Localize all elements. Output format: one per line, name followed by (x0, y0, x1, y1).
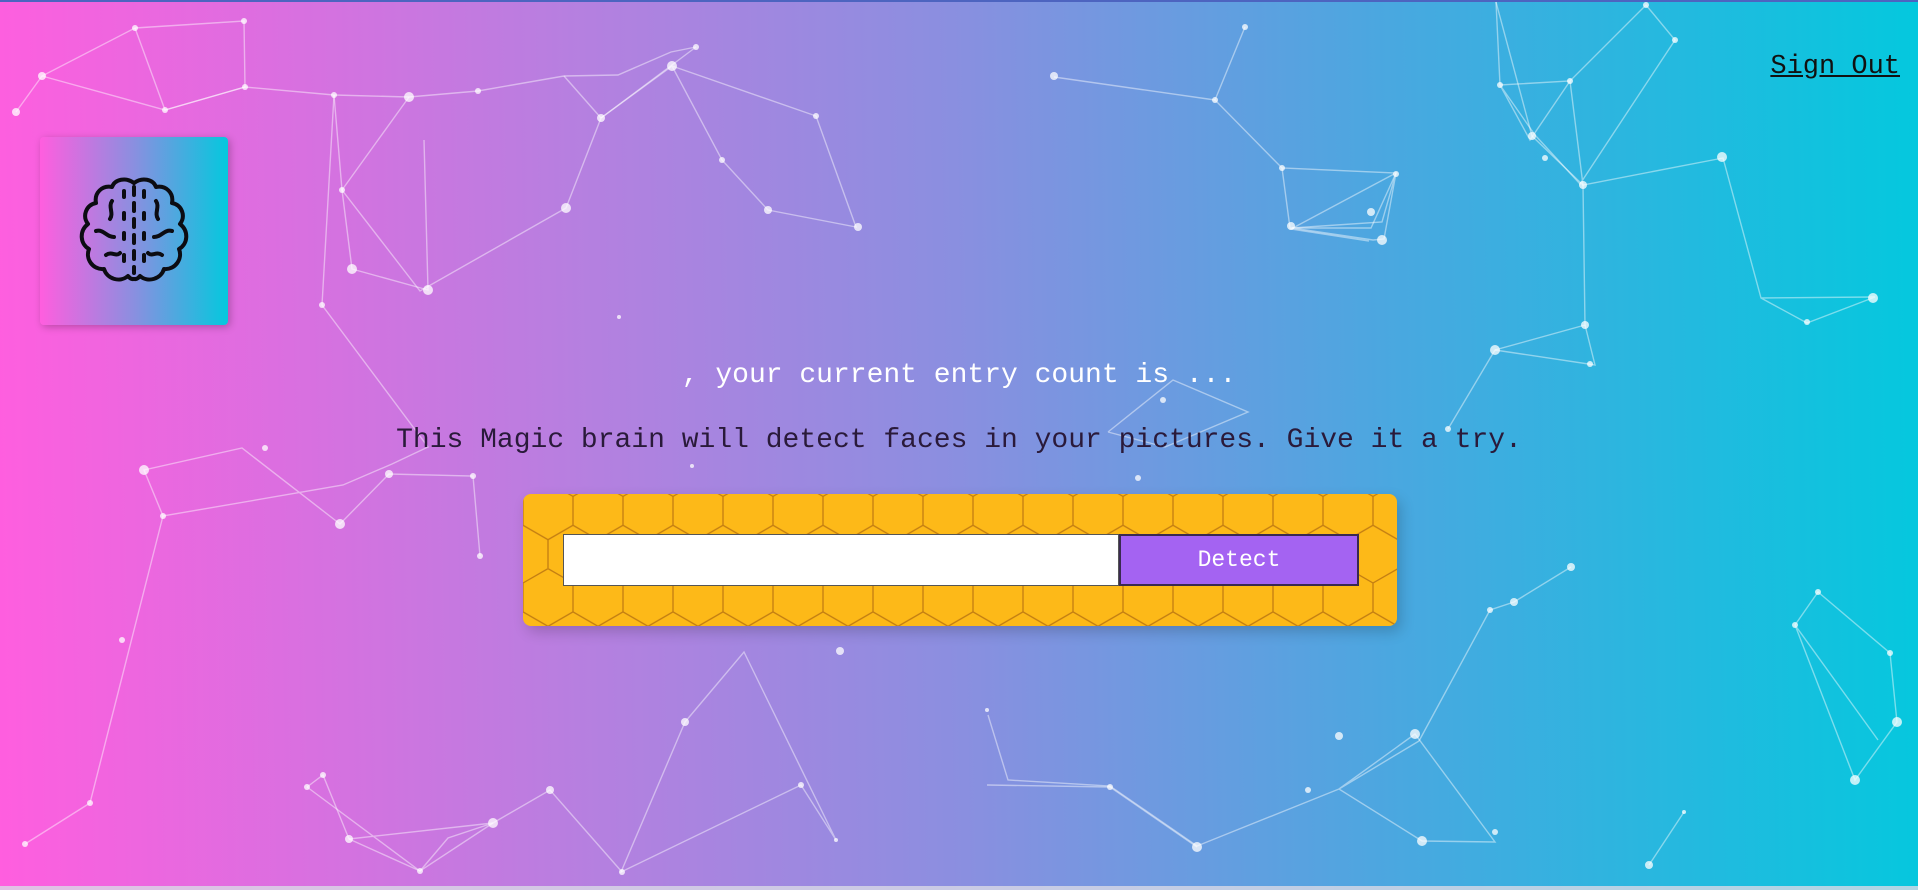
image-url-input[interactable] (563, 534, 1119, 586)
logo-tile (40, 137, 228, 325)
entry-count-text: , your current entry count is ... (681, 360, 1237, 391)
sign-out-link[interactable]: Sign Out (1770, 52, 1900, 82)
detect-button[interactable]: Detect (1119, 534, 1359, 586)
image-link-form: Detect (523, 494, 1397, 626)
bottom-border (0, 886, 1918, 890)
intro-text: This Magic brain will detect faces in yo… (396, 425, 1522, 456)
brain-icon (79, 177, 189, 282)
